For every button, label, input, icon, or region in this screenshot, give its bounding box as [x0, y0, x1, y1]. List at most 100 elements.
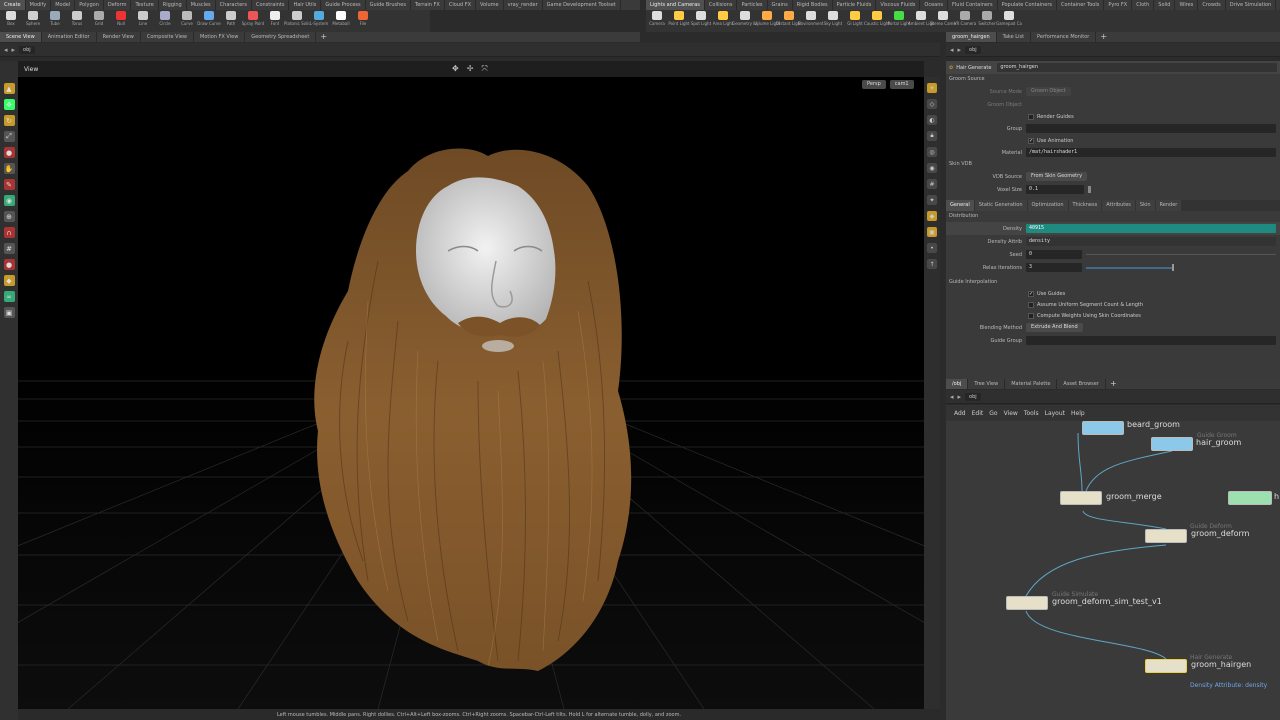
node-beard-groom[interactable]	[1082, 421, 1124, 435]
add-pane-tab-icon[interactable]: +	[1106, 379, 1121, 389]
shelf-tool-5[interactable]: Null	[110, 10, 132, 32]
shelf-tool-6[interactable]: Line	[132, 10, 154, 32]
param-tab-2[interactable]: Optimization	[1027, 200, 1068, 211]
shelf-tab-5[interactable]: Texture	[131, 0, 159, 10]
relax-slider-handle[interactable]	[1172, 264, 1174, 271]
normals-icon[interactable]: ↑	[927, 259, 937, 269]
shelf-tab-13[interactable]: Solid	[1154, 0, 1176, 10]
shelf-tab-14[interactable]: Cloud FX	[445, 0, 477, 10]
network-menu-item-1[interactable]: Edit	[972, 410, 984, 417]
shelf-tab-12[interactable]: Guide Brushes	[366, 0, 411, 10]
relax-slider-fill[interactable]	[1086, 266, 1172, 269]
shelf-tool-14[interactable]: L-System	[308, 10, 330, 32]
node-groom-deform-sim[interactable]	[1006, 596, 1048, 610]
shelf-tool-11[interactable]: Portal Light	[888, 10, 910, 32]
camera-icon[interactable]: ◎	[927, 147, 937, 157]
guide-group-field[interactable]	[1026, 336, 1276, 345]
material-field[interactable]: /mat/hairshader1	[1026, 148, 1276, 157]
select-icon[interactable]: ▲	[3, 83, 15, 94]
pane-tab-4[interactable]: Motion FX View	[194, 32, 246, 42]
shelf-tab-0[interactable]: Create	[0, 0, 26, 10]
shelf-tool-4[interactable]: Geometry Light	[732, 10, 758, 32]
render-guides-checkbox[interactable]	[1028, 113, 1034, 120]
display-icon[interactable]: ▣	[3, 307, 15, 318]
shelf-tool-0[interactable]: Camera	[646, 10, 668, 32]
brush-icon[interactable]: ✎	[3, 179, 15, 190]
density-attrib-field[interactable]: density	[1026, 237, 1276, 246]
network-menu-item-2[interactable]: Go	[989, 410, 997, 417]
snap-icon[interactable]: ⊕	[3, 211, 15, 222]
shelf-tool-5[interactable]: Volume Light	[754, 10, 780, 32]
view-icon[interactable]: ◉	[3, 195, 15, 206]
scene-viewport[interactable]	[18, 61, 924, 709]
shelf-tab-8[interactable]: Fluid Containers	[948, 0, 998, 10]
seed-slider[interactable]	[1086, 254, 1276, 255]
pane-tab-2[interactable]: Render View	[97, 32, 141, 42]
shelf-tab-4[interactable]: Deform	[104, 0, 132, 10]
back-arrow-icon[interactable]: ◂	[950, 393, 954, 401]
add-pane-tab-icon[interactable]: +	[316, 32, 331, 42]
shelf-tab-15[interactable]: Volume	[476, 0, 504, 10]
shelf-tool-9[interactable]: GI Light	[844, 10, 866, 32]
shelf-tool-14[interactable]: VR Camera	[954, 10, 976, 32]
shelf-tab-2[interactable]: Model	[51, 0, 76, 10]
node-groom-deform[interactable]	[1145, 529, 1187, 543]
shelf-tool-3[interactable]: Torus	[66, 10, 88, 32]
density-field[interactable]: 40915	[1026, 224, 1276, 233]
node-name-field[interactable]: groom_hairgen	[997, 63, 1278, 72]
node-groom-hairgen[interactable]	[1145, 659, 1187, 673]
pane-tab-3[interactable]: Asset Browser	[1057, 379, 1106, 389]
camera-menu[interactable]: cam1	[889, 80, 914, 89]
shelf-tool-1[interactable]: Sphere	[22, 10, 44, 32]
shading-icon[interactable]: ◐	[927, 115, 937, 125]
pane-tab-1[interactable]: Animation Editor	[42, 32, 97, 42]
rotate-icon[interactable]: ↻	[3, 115, 15, 126]
shelf-tab-13[interactable]: Terrain FX	[411, 0, 445, 10]
shelf-tab-17[interactable]: Game Development Toolset	[543, 0, 621, 10]
pane-tab-2[interactable]: Material Palette	[1005, 379, 1058, 389]
shelf-tool-12[interactable]: Font	[264, 10, 286, 32]
lock-icon[interactable]: ◆	[3, 275, 15, 286]
pane-tab-5[interactable]: Geometry Spreadsheet	[245, 32, 317, 42]
shelf-tool-10[interactable]: Path	[220, 10, 242, 32]
shelf-tool-7[interactable]: Environment Light	[798, 10, 824, 32]
group-field[interactable]	[1026, 124, 1276, 133]
shelf-tab-16[interactable]: Drive Simulation	[1226, 0, 1277, 10]
snap-icon[interactable]: ◆	[927, 211, 937, 221]
shelf-tool-8[interactable]: Sky Light	[822, 10, 844, 32]
assume-uniform-checkbox[interactable]	[1028, 301, 1034, 308]
add-pane-tab-icon[interactable]: +	[1096, 32, 1111, 42]
path-field[interactable]: obj	[19, 45, 35, 54]
voxel-size-field[interactable]: 0.1	[1026, 185, 1084, 194]
grid-icon[interactable]: #	[3, 243, 15, 254]
node-groom-merge[interactable]	[1060, 491, 1102, 505]
persp-menu[interactable]: Persp	[862, 80, 886, 89]
shelf-tool-3[interactable]: Area Light	[712, 10, 734, 32]
pane-tab-0[interactable]: groom_hairgen	[946, 32, 997, 42]
shelf-tab-8[interactable]: Characters	[216, 0, 252, 10]
network-menu-item-0[interactable]: Add	[954, 410, 966, 417]
shelf-tool-8[interactable]: Curve	[176, 10, 198, 32]
shelf-tab-3[interactable]: Polygon	[75, 0, 104, 10]
vdb-source-menu[interactable]: From Skin Geometry	[1026, 172, 1088, 181]
shelf-tab-15[interactable]: Crowds	[1198, 0, 1226, 10]
path-field[interactable]: obj	[965, 392, 981, 401]
shelf-tool-0[interactable]: Box	[0, 10, 22, 32]
path-field[interactable]: obj	[965, 45, 981, 54]
shelf-tool-4[interactable]: Grid	[88, 10, 110, 32]
shelf-tab-16[interactable]: vray_render	[504, 0, 543, 10]
shelf-tab-12[interactable]: Cloth	[1132, 0, 1155, 10]
param-tab-0[interactable]: General	[946, 200, 974, 211]
shelf-tab-14[interactable]: Wires	[1175, 0, 1199, 10]
shelf-tool-10[interactable]: Caustic Light	[864, 10, 890, 32]
param-tab-1[interactable]: Static Generation	[974, 200, 1027, 211]
scale-icon[interactable]: ⤢	[3, 131, 15, 142]
shelf-tool-13[interactable]: Platonic Solids	[284, 10, 310, 32]
shelf-tool-15[interactable]: Switcher	[976, 10, 998, 32]
use-animation-checkbox[interactable]: ✓	[1028, 137, 1034, 144]
pane-tab-1[interactable]: Tree View	[968, 379, 1006, 389]
shelf-tab-1[interactable]: Collisions	[705, 0, 738, 10]
forward-arrow-icon[interactable]: ▸	[12, 46, 16, 54]
param-tab-6[interactable]: Render	[1155, 200, 1182, 211]
shelf-tab-5[interactable]: Particle Fluids	[833, 0, 877, 10]
